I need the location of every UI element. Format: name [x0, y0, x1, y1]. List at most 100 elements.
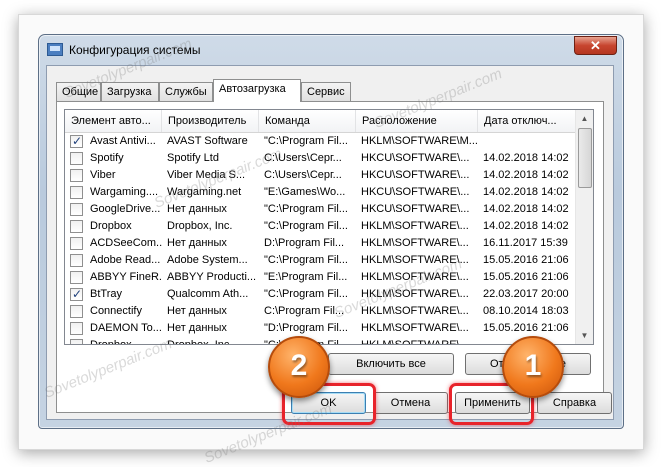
cancel-button[interactable]: Отмена	[373, 392, 448, 414]
row-date-disabled: 14.02.2018 14:02	[483, 152, 569, 164]
row-date-disabled: 15.05.2016 21:06	[483, 254, 569, 266]
table-row[interactable]: Dropbox Dropbox, Inc. "C:\Program Fil... HK…	[65, 218, 577, 235]
row-item-name: Avast Antivi...	[90, 135, 156, 147]
startup-item-checkbox[interactable]	[70, 254, 83, 267]
startup-item-checkbox[interactable]	[70, 152, 83, 165]
column-location[interactable]: Расположение	[356, 110, 478, 132]
row-command: "E:\Games\Wo...	[264, 186, 346, 198]
row-manufacturer: Qualcomm Ath...	[167, 288, 249, 300]
table-row[interactable]: Viber Viber Media S... C:\Users\Серг... HKC…	[65, 167, 577, 184]
startup-item-checkbox[interactable]	[70, 169, 83, 182]
row-date-disabled: 15.05.2016 21:06	[483, 271, 569, 283]
row-location: HKCU\SOFTWARE\...	[361, 186, 470, 198]
row-item-name: Connectify	[90, 305, 142, 317]
row-command: "C:\Program Fil...	[264, 288, 348, 300]
startup-item-checkbox[interactable]	[70, 287, 83, 301]
row-command: "C:\Program Fil...	[264, 220, 348, 232]
startup-item-checkbox[interactable]	[70, 305, 83, 318]
column-date-disabled[interactable]: Дата отключ...	[478, 110, 577, 132]
row-manufacturer: Wargaming.net	[167, 186, 242, 198]
tab-startup[interactable]: Автозагрузка	[213, 79, 301, 102]
enable-all-button[interactable]: Включить все	[328, 353, 454, 375]
row-command: "C:\Program Fil...	[264, 254, 348, 266]
row-manufacturer: AVAST Software	[167, 135, 248, 147]
msconfig-app-icon	[47, 43, 63, 56]
row-location: HKCU\SOFTWARE\...	[361, 203, 470, 215]
row-command: C:\Program Fil...	[264, 305, 345, 317]
tab-services[interactable]: Службы	[159, 82, 213, 101]
tab-tools[interactable]: Сервис	[301, 82, 351, 101]
row-date-disabled: 15.05.2016 21:06	[483, 322, 569, 334]
tab-general[interactable]: Общие	[56, 82, 101, 101]
table-row[interactable]: DropboxDropbox, Inc."C:\Program Fil...HK…	[65, 337, 577, 345]
startup-item-checkbox[interactable]	[70, 203, 83, 216]
startup-item-checkbox[interactable]	[70, 237, 83, 250]
row-location: HKCU\SOFTWARE\...	[361, 152, 470, 164]
startup-items-list: Элемент авто... Производитель Команда Ра…	[64, 109, 594, 345]
row-date-disabled: 22.03.2017 20:00	[483, 288, 569, 300]
row-location: HKLM\SOFTWARE\...	[361, 288, 469, 300]
table-row[interactable]: GoogleDrive... Нет данных "C:\Program Fil.…	[65, 201, 577, 218]
table-row[interactable]: BtTray Qualcomm Ath... "C:\Program Fil... H…	[65, 286, 577, 303]
row-item-name: Viber	[90, 169, 116, 181]
row-item-name: ACDSeeCom...	[90, 237, 162, 249]
row-date-disabled: 14.02.2018 14:02	[483, 169, 569, 181]
window-title: Конфигурация системы	[69, 43, 201, 57]
row-item-name: GoogleDrive...	[90, 203, 161, 215]
table-row[interactable]: Wargaming.... Wargaming.net "E:\Games\Wo..…	[65, 184, 577, 201]
row-command: "C:\Program Fil...	[264, 135, 348, 147]
column-command[interactable]: Команда	[259, 110, 356, 132]
row-command: "E:\Program Fil...	[264, 271, 348, 283]
startup-item-checkbox[interactable]	[70, 220, 83, 233]
row-date-disabled: 16.11.2017 15:39	[483, 237, 568, 249]
row-date-disabled: 14.02.2018 14:02	[483, 186, 569, 198]
table-row[interactable]: Spotify Spotify Ltd C:\Users\Серг... HKCU\S…	[65, 150, 577, 167]
row-location: HKLM\SOFTWARE\...	[361, 339, 469, 345]
row-item-name: Wargaming....	[90, 186, 159, 198]
close-button[interactable]: ✕	[574, 36, 617, 55]
column-manufacturer[interactable]: Производитель	[162, 110, 259, 132]
table-row[interactable]: Adobe Read... Adobe System... "C:\Program …	[65, 252, 577, 269]
scroll-thumb[interactable]	[578, 128, 592, 188]
table-row[interactable]: Avast Antivi... AVAST Software "C:\Program…	[65, 133, 577, 150]
row-date-disabled	[478, 133, 577, 150]
row-date-disabled: 08.10.2014 18:03	[483, 305, 569, 317]
table-row[interactable]: Connectify Нет данных C:\Program Fil... HKL…	[65, 303, 577, 320]
startup-item-checkbox[interactable]	[70, 186, 83, 199]
row-location: HKLM\SOFTWARE\...	[361, 254, 469, 266]
startup-item-checkbox[interactable]	[70, 322, 83, 335]
row-item-name: Dropbox	[90, 220, 132, 232]
row-command: "C:\Program Fil...	[264, 203, 348, 215]
row-location: HKLM\SOFTWARE\...	[361, 237, 469, 249]
row-location: HKLM\SOFTWARE\...	[361, 305, 469, 317]
row-item-name: DAEMON To...	[90, 322, 162, 334]
row-command: C:\Users\Серг...	[264, 169, 342, 181]
scroll-up-arrow-icon[interactable]: ▲	[576, 110, 593, 127]
list-header: Элемент авто... Производитель Команда Ра…	[65, 110, 577, 133]
help-button[interactable]: Справка	[537, 392, 612, 414]
row-location: HKLM\SOFTWARE\...	[361, 271, 469, 283]
row-manufacturer: Dropbox, Inc.	[167, 220, 233, 232]
row-item-name: ABBYY FineR...	[90, 271, 162, 283]
startup-item-checkbox[interactable]	[70, 271, 83, 284]
scroll-down-arrow-icon[interactable]: ▼	[576, 327, 593, 344]
tab-boot[interactable]: Загрузка	[101, 82, 159, 101]
row-date-disabled: 14.02.2018 14:02	[483, 220, 569, 232]
column-startup-item[interactable]: Элемент авто...	[65, 110, 162, 132]
row-command: C:\Users\Серг...	[264, 152, 342, 164]
startup-item-checkbox[interactable]	[70, 134, 83, 148]
row-manufacturer: Нет данных	[167, 237, 227, 249]
row-manufacturer: ABBYY Producti...	[167, 271, 257, 283]
table-row[interactable]: DAEMON To... Нет данных "D:\Program Fil...…	[65, 320, 577, 337]
row-manufacturer: Нет данных	[167, 322, 227, 334]
row-item-name: BtTray	[90, 288, 122, 300]
row-manufacturer: Adobe System...	[167, 254, 248, 266]
table-row[interactable]: ACDSeeCom... Нет данных D:\Program Fil... H…	[65, 235, 577, 252]
startup-item-checkbox[interactable]	[70, 339, 83, 344]
row-manufacturer: Нет данных	[167, 305, 227, 317]
table-row[interactable]: ABBYY FineR... ABBYY Producti... "E:\Progr…	[65, 269, 577, 286]
row-location: HKLM\SOFTWARE\...	[361, 220, 469, 232]
row-location: HKLM\SOFTWARE\...	[361, 322, 469, 334]
list-scrollbar[interactable]: ▲ ▼	[575, 110, 593, 344]
row-manufacturer: Spotify Ltd	[167, 152, 219, 164]
